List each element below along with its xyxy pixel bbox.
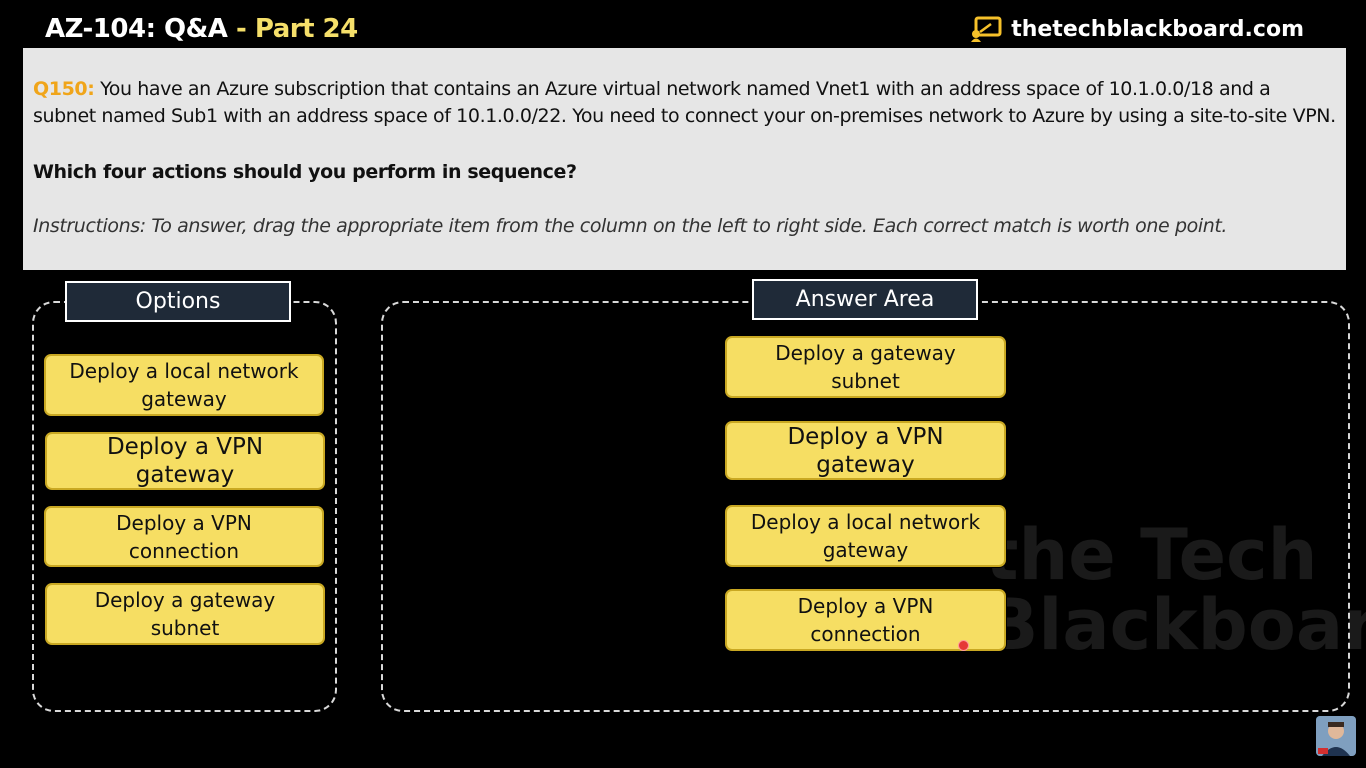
question-prompt: Which four actions should you perform in…	[33, 161, 577, 183]
question-id: Q150:	[33, 78, 95, 100]
question-text: You have an Azure subscription that cont…	[33, 78, 1336, 127]
question-body: Q150: You have an Azure subscription tha…	[33, 76, 1336, 130]
blackboard-logo-icon	[971, 16, 1002, 42]
title-part: Part 24	[254, 14, 358, 44]
question-panel: Q150: You have an Azure subscription tha…	[23, 48, 1346, 270]
answer-local-network-gateway[interactable]: Deploy a local network gateway	[725, 505, 1006, 567]
option-vpn-connection[interactable]: Deploy a VPN connection	[44, 506, 324, 567]
option-local-network-gateway[interactable]: Deploy a local network gateway	[44, 354, 324, 416]
brand-text: thetechblackboard.com	[1011, 16, 1304, 42]
presenter-avatar-icon	[1316, 716, 1356, 756]
answer-heading: Answer Area	[752, 279, 978, 320]
option-gateway-subnet[interactable]: Deploy a gateway subnet	[45, 583, 325, 645]
question-instructions: Instructions: To answer, drag the approp…	[33, 215, 1228, 237]
option-vpn-gateway[interactable]: Deploy a VPN gateway	[45, 432, 325, 490]
answer-vpn-gateway[interactable]: Deploy a VPN gateway	[725, 421, 1006, 480]
answer-gateway-subnet[interactable]: Deploy a gateway subnet	[725, 336, 1006, 398]
title-separator: -	[227, 14, 255, 44]
presenter-avatar	[1316, 716, 1356, 756]
video-title: AZ-104: Q&A - Part 24	[45, 14, 358, 44]
brand: thetechblackboard.com	[969, 16, 1304, 42]
title-text: AZ-104: Q&A	[45, 14, 228, 44]
mouse-cursor-indicator	[958, 640, 969, 651]
options-heading: Options	[65, 281, 291, 322]
